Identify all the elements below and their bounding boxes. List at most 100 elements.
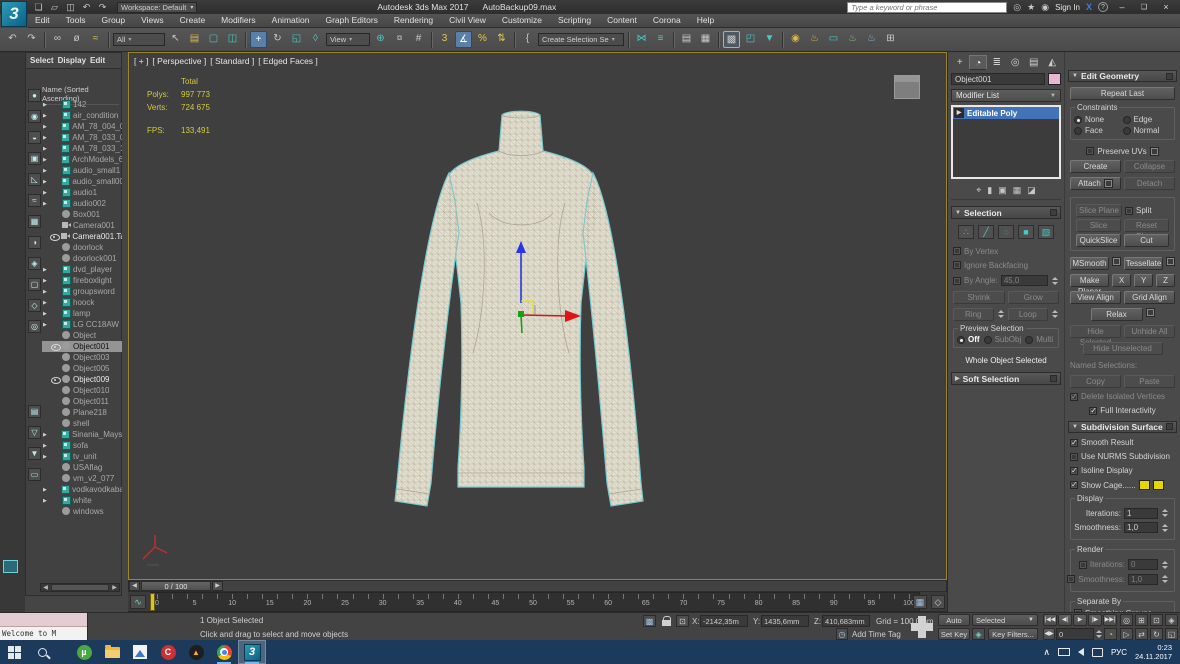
menu-customize[interactable]: Customize [495, 14, 549, 27]
render-smoothness-field[interactable]: 1,0 [1128, 574, 1158, 585]
expand-arrow-icon[interactable]: ▶ [43, 311, 49, 317]
list-item-object010[interactable]: Object010 [42, 385, 122, 396]
x-coord-field[interactable]: -2142,35m [700, 615, 748, 627]
expand-arrow-icon[interactable]: ▶ [43, 322, 49, 328]
select-and-link-icon[interactable]: ∞ [49, 31, 66, 48]
msmooth-settings-icon[interactable] [1112, 257, 1121, 266]
taskbar-3ds-max[interactable]: 3 [238, 640, 266, 664]
constraint-normal-radio[interactable]: Normal [1123, 126, 1172, 135]
undo-icon[interactable]: ↶ [80, 2, 93, 13]
menu-civil-view[interactable]: Civil View [442, 14, 493, 27]
by-angle-checkbox[interactable]: By Angle:45,0 [953, 275, 1059, 287]
plus-overlay-icon[interactable] [905, 614, 939, 640]
expand-arrow-icon[interactable]: ▶ [43, 432, 48, 438]
eye-slot[interactable] [51, 276, 60, 285]
list-item-camera001-tar[interactable]: Camera001.Tar [42, 231, 122, 242]
scroll-right-icon[interactable]: ▶ [110, 584, 119, 591]
select-by-name-icon[interactable]: ▤ [186, 31, 203, 48]
eye-slot[interactable] [51, 111, 60, 120]
constraint-none-radio[interactable]: None [1074, 115, 1123, 124]
eye-slot[interactable] [51, 463, 60, 472]
eye-slot[interactable] [50, 122, 59, 131]
go-to-end-button[interactable]: ▶▶| [1103, 614, 1117, 626]
soft-selection-rollout-header[interactable]: ▶ Soft Selection [951, 372, 1061, 385]
list-item-archmodels-68-[interactable]: ▶ArchModels_68_ [42, 154, 122, 165]
detach-button[interactable]: Detach [1124, 177, 1175, 190]
display-cameras-icon[interactable]: ▣ [28, 152, 41, 165]
display-shapes-icon[interactable]: ◉ [28, 110, 41, 123]
eye-slot[interactable] [51, 364, 60, 373]
ignore-backfacing-checkbox[interactable]: Ignore Backfacing [953, 261, 1059, 270]
tab-utilities[interactable]: ◭ [1043, 55, 1060, 70]
list-item-am-78-004-01[interactable]: ▶AM_78_004_01 [42, 121, 122, 132]
expand-arrow-icon[interactable]: ▶ [43, 190, 49, 196]
current-frame-field[interactable]: 0 [1056, 628, 1094, 640]
list-item-object001[interactable]: Object001 [42, 341, 122, 352]
pan-camera-icon[interactable]: ▷ [1120, 628, 1133, 640]
exchange-apps-icon[interactable]: X [1086, 2, 1092, 12]
select-and-place-icon[interactable]: ◊ [307, 31, 324, 48]
sign-in-link[interactable]: Sign In [1055, 3, 1080, 12]
select-and-move-icon[interactable]: + [250, 31, 267, 48]
list-item-doorlock001[interactable]: doorlock001 [42, 253, 122, 264]
edit-geometry-rollout-header[interactable]: ▼ Edit Geometry [1068, 70, 1177, 82]
mirror-icon[interactable]: ⋈ [633, 31, 650, 48]
menu-create[interactable]: Create [173, 14, 213, 27]
show-end-result-icon[interactable]: ▮ [987, 185, 992, 196]
track-bar[interactable]: ∿ 05101520253035404550556065707580859095… [128, 592, 947, 612]
eye-icon[interactable] [51, 375, 60, 384]
eye-icon[interactable] [50, 232, 59, 241]
create-selection-set-dropdown[interactable]: Create Selection Se▾ [538, 33, 624, 46]
menu-help[interactable]: Help [690, 14, 721, 27]
ribbon-toggle-icon[interactable]: ▦ [697, 31, 714, 48]
select-and-rotate-icon[interactable]: ↻ [269, 31, 286, 48]
menu-scripting[interactable]: Scripting [551, 14, 598, 27]
maxscript-mini-listener[interactable]: Welcome to M [0, 613, 88, 641]
menu-graph-editors[interactable]: Graph Editors [318, 14, 384, 27]
unlink-selection-icon[interactable]: ø [68, 31, 85, 48]
eye-slot[interactable] [50, 430, 59, 439]
eye-slot[interactable] [50, 485, 59, 494]
curve-editor-icon[interactable]: ▩ [723, 31, 740, 48]
list-item-audio-small1[interactable]: ▶audio_small1 [42, 165, 122, 176]
maximize-viewport-icon[interactable]: ◱ [1165, 628, 1178, 640]
eye-slot[interactable] [51, 221, 60, 230]
align-icon[interactable]: ≡ [652, 31, 669, 48]
menu-edit[interactable]: Edit [28, 14, 57, 27]
abc-grid-icon[interactable]: ⊞ [882, 31, 899, 48]
eye-slot[interactable] [51, 199, 60, 208]
isolate-selection-icon[interactable]: ▩ [643, 615, 656, 627]
sort-by-name-icon[interactable]: ▤ [28, 405, 41, 418]
expand-arrow-icon[interactable]: ▶ [43, 267, 49, 273]
by-angle-field[interactable]: 45,0 [1001, 275, 1048, 286]
cage-color-swatch[interactable] [1139, 480, 1150, 490]
menu-animation[interactable]: Animation [265, 14, 317, 27]
absolute-offset-toggle-icon[interactable]: ⊡ [676, 615, 689, 627]
eye-slot[interactable] [51, 397, 60, 406]
redo-icon[interactable]: ↷ [23, 31, 40, 48]
expand-arrow-icon[interactable]: ▶ [43, 201, 49, 207]
unhide-all-button[interactable]: Unhide All [1124, 325, 1175, 338]
display-containers-icon[interactable]: ▢ [28, 278, 41, 291]
list-item-am-78-033-16[interactable]: ▶AM_78_033_16 [42, 143, 122, 154]
select-and-scale-icon[interactable]: ◱ [288, 31, 305, 48]
planar-x-button[interactable]: X [1112, 274, 1131, 287]
planar-z-button[interactable]: Z [1156, 274, 1175, 287]
time-slider[interactable]: ◀ 0 / 100 ▶ [128, 580, 947, 592]
key-default-tangent-icon[interactable]: ◔ [1104, 628, 1117, 640]
eye-slot[interactable] [51, 331, 60, 340]
eye-slot[interactable] [51, 496, 60, 505]
list-item-vm-v2-077[interactable]: vm_v2_077 [42, 473, 122, 484]
eye-slot[interactable] [51, 309, 60, 318]
display-smoothness-field[interactable]: 1,0 [1124, 522, 1158, 533]
taskbar-file-explorer[interactable] [98, 640, 126, 664]
list-item-fireboxlight[interactable]: ▶fireboxlight [42, 275, 122, 286]
viewport-menu-pov[interactable]: [ Perspective ] [152, 56, 206, 66]
list-item-lamp[interactable]: ▶lamp [42, 308, 122, 319]
selection-lock-icon[interactable] [660, 615, 673, 627]
eye-slot[interactable] [51, 353, 60, 362]
list-item-windows[interactable]: windows [42, 506, 122, 517]
create-button[interactable]: Create [1070, 160, 1121, 173]
select-object-icon[interactable]: ↖ [167, 31, 184, 48]
expand-arrow-icon[interactable]: ▶ [43, 278, 49, 284]
